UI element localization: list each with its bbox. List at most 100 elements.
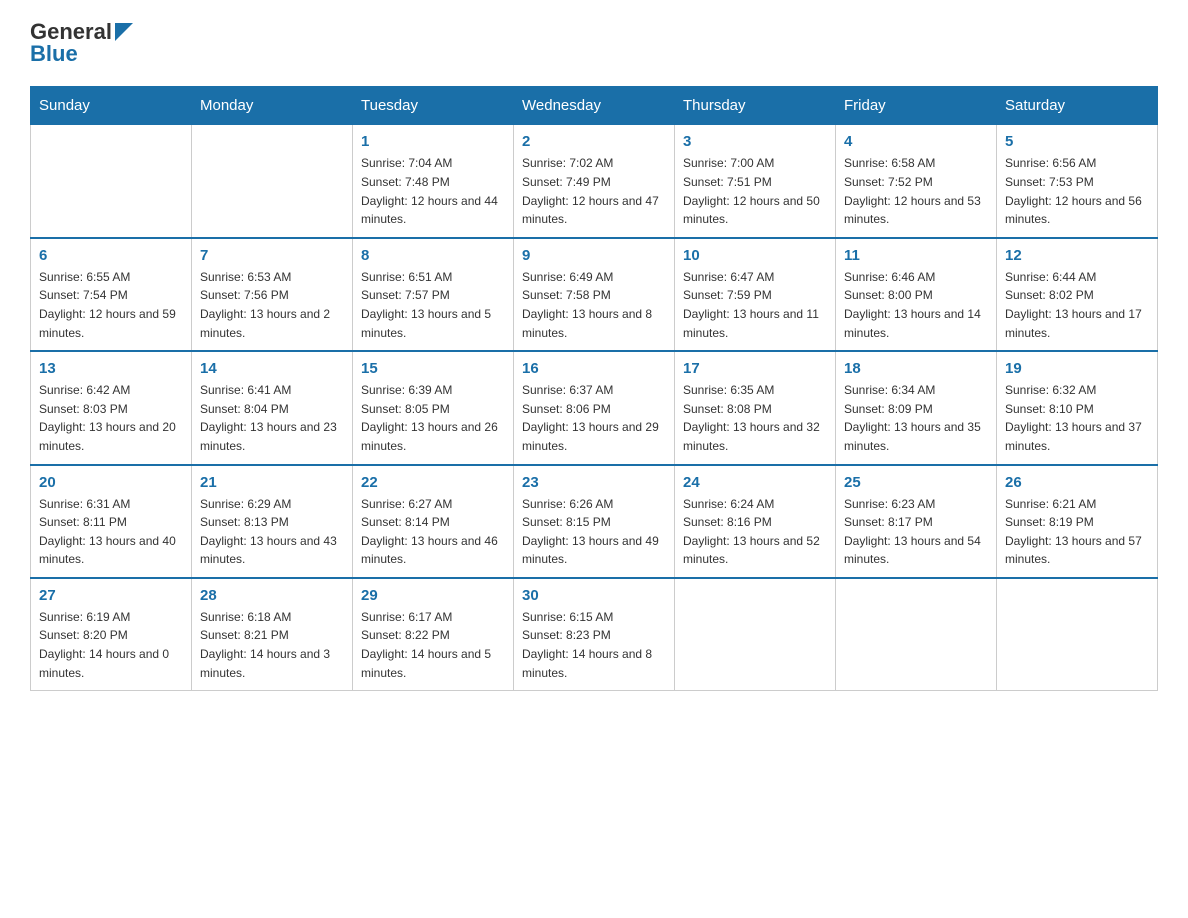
day-details: Sunrise: 6:49 AMSunset: 7:58 PMDaylight:… xyxy=(522,268,666,342)
day-details: Sunrise: 7:00 AMSunset: 7:51 PMDaylight:… xyxy=(683,154,827,228)
day-details: Sunrise: 6:26 AMSunset: 8:15 PMDaylight:… xyxy=(522,495,666,569)
day-details: Sunrise: 6:17 AMSunset: 8:22 PMDaylight:… xyxy=(361,608,505,682)
calendar-header-row: SundayMondayTuesdayWednesdayThursdayFrid… xyxy=(31,87,1158,125)
calendar-cell xyxy=(675,578,836,691)
day-number: 28 xyxy=(200,587,344,604)
day-number: 9 xyxy=(522,247,666,264)
calendar-cell: 23 Sunrise: 6:26 AMSunset: 8:15 PMDayligh… xyxy=(514,465,675,578)
day-details: Sunrise: 7:04 AMSunset: 7:48 PMDaylight:… xyxy=(361,154,505,228)
calendar-cell: 21 Sunrise: 6:29 AMSunset: 8:13 PMDayligh… xyxy=(192,465,353,578)
calendar-cell: 4 Sunrise: 6:58 AMSunset: 7:52 PMDaylight… xyxy=(836,125,997,238)
calendar-cell: 3 Sunrise: 7:00 AMSunset: 7:51 PMDaylight… xyxy=(675,125,836,238)
day-details: Sunrise: 6:37 AMSunset: 8:06 PMDaylight:… xyxy=(522,381,666,455)
day-number: 30 xyxy=(522,587,666,604)
day-details: Sunrise: 6:39 AMSunset: 8:05 PMDaylight:… xyxy=(361,381,505,455)
calendar-cell: 24 Sunrise: 6:24 AMSunset: 8:16 PMDayligh… xyxy=(675,465,836,578)
day-details: Sunrise: 6:15 AMSunset: 8:23 PMDaylight:… xyxy=(522,608,666,682)
calendar-week-row: 1Sunrise: 7:04 AMSunset: 7:48 PMDaylight… xyxy=(31,125,1158,238)
day-number: 18 xyxy=(844,360,988,377)
day-number: 12 xyxy=(1005,247,1149,264)
day-number: 4 xyxy=(844,133,988,150)
day-details: Sunrise: 6:42 AMSunset: 8:03 PMDaylight:… xyxy=(39,381,183,455)
calendar-cell: 30 Sunrise: 6:15 AMSunset: 8:23 PMDayligh… xyxy=(514,578,675,691)
calendar-cell: 11Sunrise: 6:46 AMSunset: 8:00 PMDayligh… xyxy=(836,238,997,351)
header-thursday: Thursday xyxy=(675,87,836,125)
day-details: Sunrise: 6:58 AMSunset: 7:52 PMDaylight:… xyxy=(844,154,988,228)
day-number: 5 xyxy=(1005,133,1149,150)
day-details: Sunrise: 6:19 AMSunset: 8:20 PMDaylight:… xyxy=(39,608,183,682)
day-details: Sunrise: 6:34 AMSunset: 8:09 PMDaylight:… xyxy=(844,381,988,455)
calendar-cell xyxy=(31,125,192,238)
calendar-week-row: 27Sunrise: 6:19 AMSunset: 8:20 PMDayligh… xyxy=(31,578,1158,691)
day-number: 25 xyxy=(844,474,988,491)
day-details: Sunrise: 6:23 AMSunset: 8:17 PMDaylight:… xyxy=(844,495,988,569)
day-number: 2 xyxy=(522,133,666,150)
day-number: 16 xyxy=(522,360,666,377)
calendar-cell: 18 Sunrise: 6:34 AMSunset: 8:09 PMDayligh… xyxy=(836,351,997,464)
calendar-cell: 10 Sunrise: 6:47 AMSunset: 7:59 PMDayligh… xyxy=(675,238,836,351)
day-number: 15 xyxy=(361,360,505,377)
calendar-cell: 19 Sunrise: 6:32 AMSunset: 8:10 PMDayligh… xyxy=(997,351,1158,464)
day-details: Sunrise: 6:41 AMSunset: 8:04 PMDaylight:… xyxy=(200,381,344,455)
calendar-cell: 27Sunrise: 6:19 AMSunset: 8:20 PMDayligh… xyxy=(31,578,192,691)
day-number: 24 xyxy=(683,474,827,491)
day-number: 29 xyxy=(361,587,505,604)
day-number: 26 xyxy=(1005,474,1149,491)
calendar-cell: 7Sunrise: 6:53 AMSunset: 7:56 PMDaylight… xyxy=(192,238,353,351)
calendar-table: SundayMondayTuesdayWednesdayThursdayFrid… xyxy=(30,86,1158,691)
calendar-cell: 2Sunrise: 7:02 AMSunset: 7:49 PMDaylight… xyxy=(514,125,675,238)
day-number: 3 xyxy=(683,133,827,150)
day-number: 17 xyxy=(683,360,827,377)
calendar-cell xyxy=(836,578,997,691)
logo-text-blue: Blue xyxy=(30,42,133,66)
day-number: 19 xyxy=(1005,360,1149,377)
day-number: 13 xyxy=(39,360,183,377)
day-number: 14 xyxy=(200,360,344,377)
calendar-cell: 6 Sunrise: 6:55 AMSunset: 7:54 PMDaylight… xyxy=(31,238,192,351)
calendar-cell: 28 Sunrise: 6:18 AMSunset: 8:21 PMDayligh… xyxy=(192,578,353,691)
calendar-cell xyxy=(192,125,353,238)
calendar-cell: 1Sunrise: 7:04 AMSunset: 7:48 PMDaylight… xyxy=(353,125,514,238)
day-details: Sunrise: 6:32 AMSunset: 8:10 PMDaylight:… xyxy=(1005,381,1149,455)
calendar-cell: 9 Sunrise: 6:49 AMSunset: 7:58 PMDaylight… xyxy=(514,238,675,351)
day-details: Sunrise: 6:29 AMSunset: 8:13 PMDaylight:… xyxy=(200,495,344,569)
calendar-cell: 5Sunrise: 6:56 AMSunset: 7:53 PMDaylight… xyxy=(997,125,1158,238)
day-details: Sunrise: 6:24 AMSunset: 8:16 PMDaylight:… xyxy=(683,495,827,569)
day-number: 6 xyxy=(39,247,183,264)
day-number: 8 xyxy=(361,247,505,264)
calendar-cell: 22 Sunrise: 6:27 AMSunset: 8:14 PMDayligh… xyxy=(353,465,514,578)
calendar-cell: 13 Sunrise: 6:42 AMSunset: 8:03 PMDayligh… xyxy=(31,351,192,464)
calendar-cell: 25 Sunrise: 6:23 AMSunset: 8:17 PMDayligh… xyxy=(836,465,997,578)
calendar-week-row: 20Sunrise: 6:31 AMSunset: 8:11 PMDayligh… xyxy=(31,465,1158,578)
day-number: 10 xyxy=(683,247,827,264)
day-details: Sunrise: 6:44 AMSunset: 8:02 PMDaylight:… xyxy=(1005,268,1149,342)
header-wednesday: Wednesday xyxy=(514,87,675,125)
calendar-cell: 29 Sunrise: 6:17 AMSunset: 8:22 PMDayligh… xyxy=(353,578,514,691)
logo: General Blue xyxy=(30,20,133,66)
day-details: Sunrise: 6:18 AMSunset: 8:21 PMDaylight:… xyxy=(200,608,344,682)
day-details: Sunrise: 6:51 AMSunset: 7:57 PMDaylight:… xyxy=(361,268,505,342)
header-saturday: Saturday xyxy=(997,87,1158,125)
calendar-cell: 12 Sunrise: 6:44 AMSunset: 8:02 PMDayligh… xyxy=(997,238,1158,351)
logo-triangle-icon xyxy=(115,23,133,41)
day-details: Sunrise: 6:27 AMSunset: 8:14 PMDaylight:… xyxy=(361,495,505,569)
calendar-cell: 26Sunrise: 6:21 AMSunset: 8:19 PMDayligh… xyxy=(997,465,1158,578)
day-details: Sunrise: 6:55 AMSunset: 7:54 PMDaylight:… xyxy=(39,268,183,342)
calendar-cell: 16 Sunrise: 6:37 AMSunset: 8:06 PMDayligh… xyxy=(514,351,675,464)
calendar-cell: 20Sunrise: 6:31 AMSunset: 8:11 PMDayligh… xyxy=(31,465,192,578)
day-details: Sunrise: 6:47 AMSunset: 7:59 PMDaylight:… xyxy=(683,268,827,342)
header-sunday: Sunday xyxy=(31,87,192,125)
day-number: 7 xyxy=(200,247,344,264)
day-number: 20 xyxy=(39,474,183,491)
day-number: 22 xyxy=(361,474,505,491)
day-details: Sunrise: 6:35 AMSunset: 8:08 PMDaylight:… xyxy=(683,381,827,455)
header-tuesday: Tuesday xyxy=(353,87,514,125)
calendar-cell: 15 Sunrise: 6:39 AMSunset: 8:05 PMDayligh… xyxy=(353,351,514,464)
day-number: 11 xyxy=(844,247,988,264)
calendar-cell: 8 Sunrise: 6:51 AMSunset: 7:57 PMDaylight… xyxy=(353,238,514,351)
calendar-cell xyxy=(997,578,1158,691)
day-number: 21 xyxy=(200,474,344,491)
calendar-cell: 14 Sunrise: 6:41 AMSunset: 8:04 PMDayligh… xyxy=(192,351,353,464)
calendar-week-row: 13 Sunrise: 6:42 AMSunset: 8:03 PMDayligh… xyxy=(31,351,1158,464)
day-number: 23 xyxy=(522,474,666,491)
